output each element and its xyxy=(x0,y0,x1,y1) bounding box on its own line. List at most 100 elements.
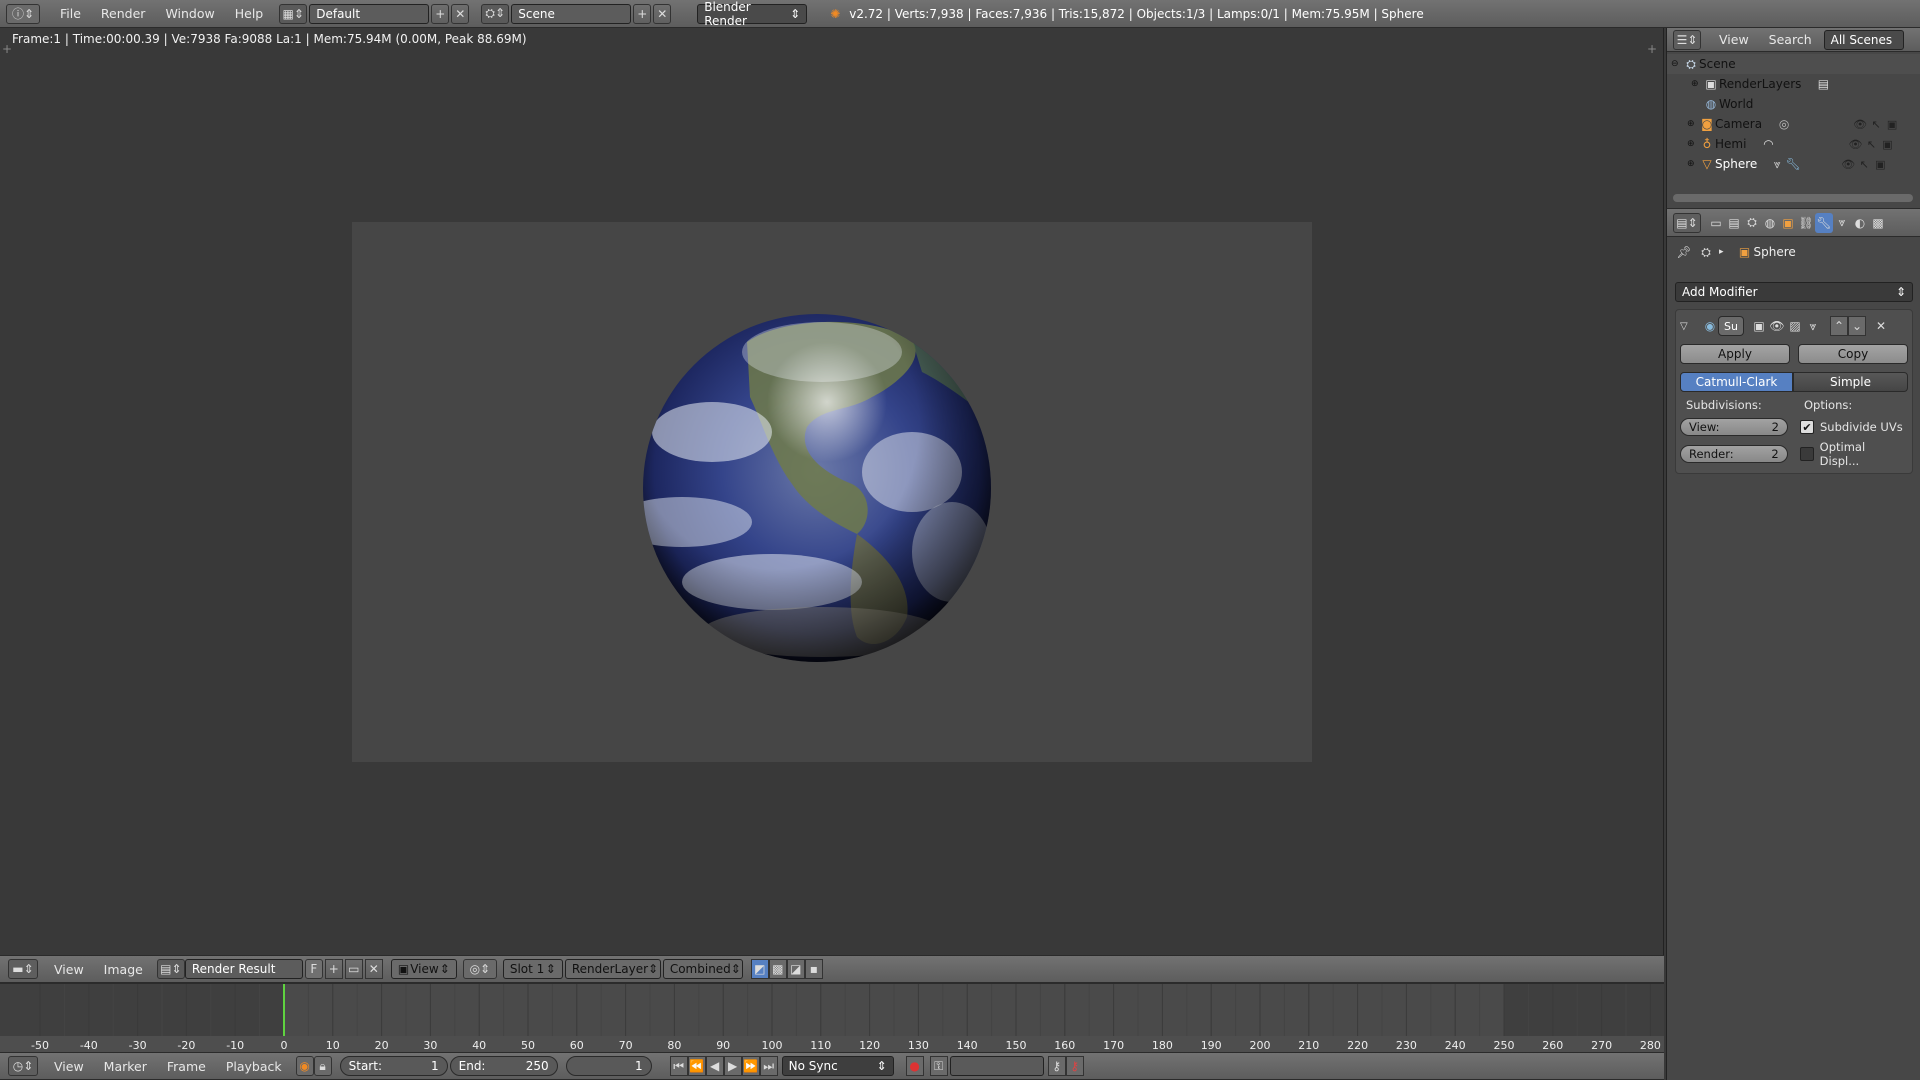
sync-dropdown[interactable]: No Sync ⇕ xyxy=(781,1056,894,1076)
menu-view[interactable]: View xyxy=(44,1059,94,1074)
jump-keyframe-forward-icon[interactable]: ⏩ xyxy=(741,1056,760,1076)
jump-end-icon[interactable]: ⏭ xyxy=(759,1056,778,1076)
collapse-modifier-icon[interactable]: ▽ xyxy=(1680,321,1696,332)
current-frame-field[interactable]: 1 xyxy=(565,1056,652,1076)
add-screen-icon[interactable]: + xyxy=(431,3,450,24)
open-image-icon[interactable]: ▭ xyxy=(344,959,363,979)
screen-layout-icon[interactable]: ▦⇕ xyxy=(279,3,308,24)
outliner-item-sphere[interactable]: ⊕ ▽ Sphere ⩔ 🔧︎ 👁︎ ↖ ▣ xyxy=(1667,154,1920,174)
render-levels-field[interactable]: Render: 2 xyxy=(1680,445,1788,463)
area-split-corner-tl[interactable]: + xyxy=(2,42,12,56)
insert-keyframe-icon[interactable]: ⚷ xyxy=(1047,1056,1066,1076)
renderable-camera-icon[interactable]: ▣ xyxy=(1872,158,1888,171)
subdivide-uvs-checkbox[interactable]: ✔ Subdivide UVs xyxy=(1800,420,1903,434)
menu-window[interactable]: Window xyxy=(155,6,224,21)
new-image-icon[interactable]: + xyxy=(324,959,343,979)
render-engine-dropdown[interactable]: Blender Render ⇕ xyxy=(697,0,808,28)
lock-time-icon[interactable]: 🔒︎ xyxy=(313,1056,332,1076)
editor-type-timeline-icon[interactable]: ◷⇕ xyxy=(8,1056,38,1076)
move-up-icon[interactable]: ⌃ xyxy=(1830,316,1848,336)
record-icon[interactable]: ● xyxy=(905,1056,924,1076)
menu-playback[interactable]: Playback xyxy=(216,1059,292,1074)
tab-render-icon[interactable]: ▭ xyxy=(1707,213,1725,233)
renderable-camera-icon[interactable]: ▣ xyxy=(1884,118,1900,131)
tab-object-icon[interactable]: ▣ xyxy=(1779,213,1797,233)
modifier-name-field[interactable]: Su xyxy=(1718,316,1744,336)
slot-dropdown[interactable]: Slot 1 ⇕ xyxy=(502,959,563,979)
visibility-eye-icon[interactable]: 👁︎ xyxy=(1847,138,1863,151)
catmull-clark-button[interactable]: Catmull-Clark xyxy=(1680,372,1793,392)
draw-z-buffer-icon[interactable]: ◪ xyxy=(786,959,805,979)
outliner-item-hemi[interactable]: ⊕ ♁ Hemi ◠ 👁︎ ↖ ▣ xyxy=(1667,134,1920,154)
view-mode-dropdown[interactable]: ▣ View ⇕ xyxy=(390,959,457,979)
play-icon[interactable]: ▶ xyxy=(723,1056,742,1076)
preview-range-icon[interactable]: ◉ xyxy=(295,1056,314,1076)
show-render-icon[interactable]: ▣ xyxy=(1750,316,1768,336)
tab-scene-icon[interactable]: ⛭ xyxy=(1743,213,1761,233)
keying-set-icon[interactable]: ⚿ xyxy=(929,1056,948,1076)
browse-image-icon[interactable]: ▤⇕ xyxy=(156,959,185,979)
menu-view[interactable]: View xyxy=(44,962,94,977)
screen-layout-field[interactable]: Default xyxy=(309,3,430,24)
play-reverse-icon[interactable]: ◀ xyxy=(705,1056,724,1076)
menu-file[interactable]: File xyxy=(50,6,91,21)
delete-scene-icon[interactable]: ✕ xyxy=(653,3,672,24)
editor-type-info-icon[interactable]: ⓘ⇕ xyxy=(6,3,40,24)
visibility-eye-icon[interactable]: 👁︎ xyxy=(1852,118,1868,131)
move-down-icon[interactable]: ⌄ xyxy=(1848,316,1866,336)
outliner-item-world[interactable]: ◍ World xyxy=(1667,94,1920,114)
apply-button[interactable]: Apply xyxy=(1680,344,1790,364)
timeline-area[interactable]: -50 -40 -30 -20 -10 0 10 20 30 40 50 60 70 80 90 100 110… xyxy=(0,983,1664,1053)
collapse-toggle-icon[interactable]: ⊖ xyxy=(1671,59,1683,69)
timeline-frames[interactable]: -50 -40 -30 -20 -10 0 10 20 30 40 50 60 70 80 90 100 110… xyxy=(0,984,1664,1053)
selectable-cursor-icon[interactable]: ↖ xyxy=(1863,138,1879,151)
outliner-item-scene[interactable]: ⊖ ⛭ Scene xyxy=(1667,54,1920,74)
add-modifier-dropdown[interactable]: Add Modifier ⇕ xyxy=(1675,282,1913,302)
tab-material-icon[interactable]: ◐ xyxy=(1851,213,1869,233)
editor-type-outliner-icon[interactable]: ☰⇕ xyxy=(1673,29,1701,50)
pivot-icon[interactable]: ◎⇕ xyxy=(462,959,497,979)
outliner-item-camera[interactable]: ⊕ ◙ Camera ◎ 👁︎ ↖ ▣ xyxy=(1667,114,1920,134)
jump-start-icon[interactable]: ⏮ xyxy=(669,1056,688,1076)
optimal-display-checkbox[interactable]: Optimal Displ... xyxy=(1799,440,1908,468)
selectable-cursor-icon[interactable]: ↖ xyxy=(1868,118,1884,131)
tab-data-icon[interactable]: ⩔ xyxy=(1833,213,1851,233)
menu-view[interactable]: View xyxy=(1709,32,1759,47)
tab-world-icon[interactable]: ◍ xyxy=(1761,213,1779,233)
delete-keyframe-icon[interactable]: ⚷ xyxy=(1065,1056,1084,1076)
display-mode-dropdown[interactable]: All Scenes xyxy=(1823,29,1904,50)
outliner-scrollbar[interactable] xyxy=(1673,194,1913,202)
scene-icon[interactable]: ⛭⇕ xyxy=(481,3,510,24)
selectable-cursor-icon[interactable]: ↖ xyxy=(1856,158,1872,171)
pin-icon[interactable]: 📌︎ xyxy=(1675,242,1693,262)
show-viewport-icon[interactable]: 👁︎ xyxy=(1768,316,1786,336)
show-on-cage-icon[interactable]: ⩔ xyxy=(1804,316,1822,336)
tab-constraints-icon[interactable]: ⛓ xyxy=(1797,213,1815,233)
outliner-item-renderlayers[interactable]: ⊕ ▣ RenderLayers ▤ xyxy=(1667,74,1920,94)
render-layer-dropdown[interactable]: RenderLayer ⇕ xyxy=(564,959,661,979)
end-frame-field[interactable]: End: 250 xyxy=(449,1056,558,1076)
show-edit-mode-icon[interactable]: ▨ xyxy=(1786,316,1804,336)
expand-toggle-icon[interactable]: ⊕ xyxy=(1687,139,1699,149)
view-levels-field[interactable]: View: 2 xyxy=(1680,418,1788,436)
draw-alpha-icon[interactable]: ▩ xyxy=(768,959,787,979)
draw-channels-icon[interactable]: ▪ xyxy=(804,959,823,979)
menu-frame[interactable]: Frame xyxy=(157,1059,216,1074)
copy-button[interactable]: Copy xyxy=(1798,344,1908,364)
area-split-corner-tr[interactable]: + xyxy=(1647,42,1657,56)
start-frame-field[interactable]: Start: 1 xyxy=(339,1056,448,1076)
menu-help[interactable]: Help xyxy=(225,6,274,21)
tab-render-layers-icon[interactable]: ▤ xyxy=(1725,213,1743,233)
add-scene-icon[interactable]: + xyxy=(633,3,652,24)
image-name-field[interactable]: Render Result xyxy=(184,959,303,979)
simple-button[interactable]: Simple xyxy=(1793,372,1908,392)
tab-modifiers-icon[interactable]: 🔧︎ xyxy=(1815,212,1833,233)
expand-toggle-icon[interactable]: ⊕ xyxy=(1691,79,1703,89)
draw-image-alpha-icon[interactable]: ◩ xyxy=(750,959,769,979)
renderable-camera-icon[interactable]: ▣ xyxy=(1879,138,1895,151)
tab-texture-icon[interactable]: ▩ xyxy=(1869,213,1887,233)
scene-field[interactable]: Scene xyxy=(511,3,632,24)
image-editor[interactable]: Frame:1 | Time:00:00.39 | Ve:7938 Fa:908… xyxy=(0,28,1664,955)
keying-set-field[interactable] xyxy=(949,1056,1044,1076)
render-result-canvas[interactable] xyxy=(352,222,1312,762)
